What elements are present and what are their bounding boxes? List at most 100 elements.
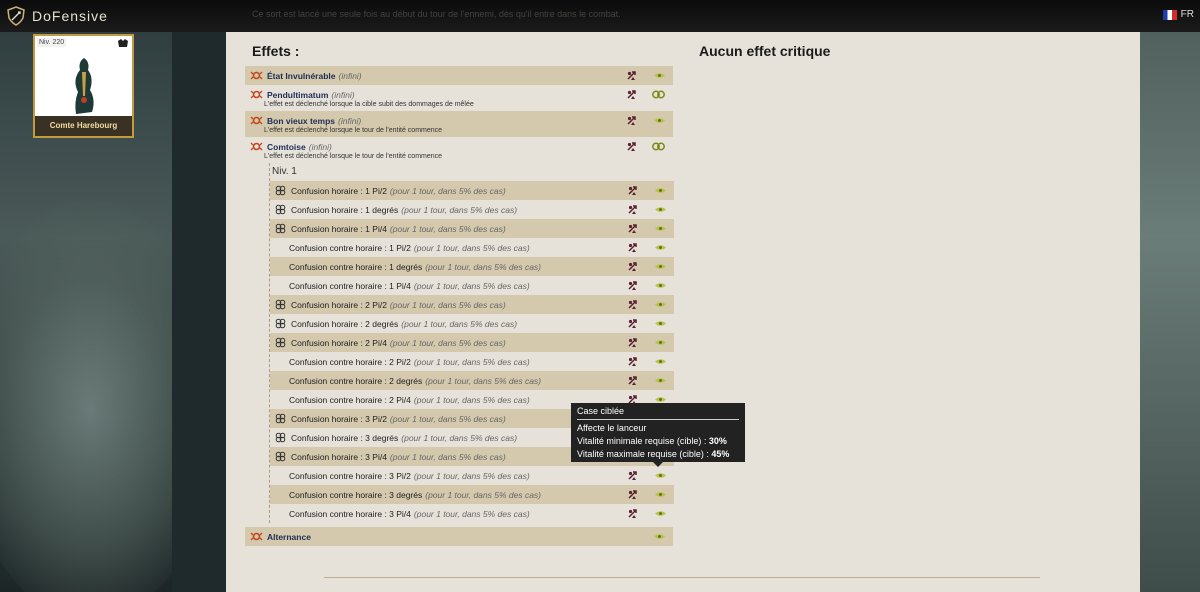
area-zone-icon <box>655 283 666 288</box>
sub-effect-name: Confusion contre horaire : 3 Pi/2 <box>289 470 411 481</box>
sub-effect-row[interactable]: Confusion contre horaire : 3 Pi/2 (pour 1… <box>270 466 674 485</box>
tooltip-line-2: Vitalité minimale requise (cible) : 30% <box>577 436 727 446</box>
effect-row[interactable]: Pendultimatum (infini) L'effet est déclenc… <box>245 85 673 111</box>
sub-effect-row[interactable]: Confusion horaire : 2 Pi/2 (pour 1 tour, … <box>270 295 674 314</box>
background-right-art <box>1140 0 1200 592</box>
area-zone-icon <box>655 302 666 307</box>
app-logo[interactable]: DoFensive <box>6 6 108 26</box>
sub-effect-note: (pour 1 tour, dans 5% des cas) <box>389 299 506 310</box>
effect-name[interactable]: Alternance <box>267 532 311 542</box>
area-zone-icon <box>654 73 665 78</box>
sub-effect-row[interactable]: Confusion contre horaire : 1 Pi/2 (pour 1… <box>270 238 674 257</box>
monster-level: Niv. 220 <box>37 38 67 47</box>
effect-row[interactable]: Comtoise (infini) L'effet est déclenché lo… <box>245 137 673 163</box>
area-zone-icon <box>654 118 665 123</box>
effect-row[interactable]: Bon vieux temps (infini) L'effet est décle… <box>245 111 673 137</box>
sub-effect-note: (pour 1 tour, dans 5% des cas) <box>413 280 530 291</box>
sub-effect-name: Confusion horaire : 3 Pi/2 <box>291 413 387 424</box>
confusion-icon <box>275 318 286 329</box>
sub-effect-title: Confusion contre horaire : 2 Pi/2 (pour 1… <box>270 352 674 371</box>
sub-effect-title: Confusion horaire : 2 degrés (pour 1 tour… <box>270 314 674 333</box>
sub-effect-row[interactable]: Confusion horaire : 1 Pi/2 (pour 1 tour, … <box>270 181 674 200</box>
area-zone-icon <box>655 397 666 402</box>
confusion-icon <box>275 204 286 215</box>
app-name: DoFensive <box>32 8 108 24</box>
sub-effect-row[interactable]: Confusion contre horaire : 1 Pi/4 (pour 1… <box>270 276 674 295</box>
critical-heading: Aucun effet critique <box>699 43 831 59</box>
sub-effect-title: Confusion contre horaire : 1 Pi/2 (pour 1… <box>270 238 674 257</box>
effect-name[interactable]: Comtoise <box>267 142 306 152</box>
area-zone-icon <box>655 226 666 231</box>
target-actor-icon <box>628 243 637 252</box>
target-actor-icon <box>628 262 637 271</box>
sub-effect-name: Confusion horaire : 2 Pi/4 <box>291 337 387 348</box>
effect-duration: (infini) <box>338 70 362 81</box>
sub-effect-title: Confusion contre horaire : 3 Pi/2 (pour 1… <box>270 466 674 485</box>
comtoise-sub-effects: Niv. 1 Confusion horaire : 1 Pi/2 (pour 1… <box>269 163 674 523</box>
sub-effect-title: Confusion contre horaire : 1 degrés (pour… <box>270 257 674 276</box>
target-actor-icon <box>627 116 636 125</box>
effect-name[interactable]: Pendultimatum <box>267 90 328 100</box>
sub-effect-title: Confusion horaire : 1 Pi/4 (pour 1 tour, … <box>270 219 674 238</box>
effect-duration: (infini) <box>331 89 355 100</box>
zone-tooltip: Case ciblée Affecte le lanceur Vitalité … <box>571 403 745 467</box>
confusion-icon <box>275 223 286 234</box>
sub-effect-title: Confusion horaire : 1 Pi/2 (pour 1 tour, … <box>270 181 674 200</box>
sub-effect-title: Confusion horaire : 1 degrés (pour 1 tour… <box>270 200 674 219</box>
area-zone-icon <box>655 359 666 364</box>
target-actor-icon <box>628 376 637 385</box>
target-actor-icon <box>628 471 637 480</box>
area-zone-icon <box>655 492 666 497</box>
sub-effect-row[interactable]: Confusion contre horaire : 1 degrés (pour… <box>270 257 674 276</box>
area-circle-icon <box>652 142 665 151</box>
effect-type-icon <box>250 116 263 125</box>
sub-effect-row[interactable]: Confusion horaire : 1 degrés (pour 1 tour… <box>270 200 674 219</box>
sub-effect-row[interactable]: Confusion horaire : 2 Pi/4 (pour 1 tour, … <box>270 333 674 352</box>
target-actor-icon <box>628 224 637 233</box>
sub-effect-name: Confusion contre horaire : 2 degrés <box>289 375 423 386</box>
target-actor-icon <box>628 186 637 195</box>
effect-row[interactable]: État Invulnérable (infini) <box>245 66 673 85</box>
effect-type-icon <box>250 90 263 99</box>
sub-effect-row[interactable]: Confusion contre horaire : 2 degrés (pour… <box>270 371 674 390</box>
sub-effect-note: (pour 1 tour, dans 5% des cas) <box>401 204 518 215</box>
sub-effect-name: Confusion contre horaire : 1 degrés <box>289 261 423 272</box>
monster-card[interactable]: Niv. 220 Comte Harebourg <box>33 34 134 138</box>
target-actor-icon <box>628 338 637 347</box>
sub-effect-note: (pour 1 tour, dans 5% des cas) <box>413 242 530 253</box>
monster-name: Comte Harebourg <box>35 116 132 136</box>
sub-effect-name: Confusion contre horaire : 1 Pi/2 <box>289 242 411 253</box>
effect-description: L'effet est déclenché lorsque le tour de… <box>264 127 443 134</box>
sub-effect-note: (pour 1 tour, dans 5% des cas) <box>401 432 518 443</box>
effects-list: État Invulnérable (infini) Pendultimatum (i… <box>245 66 674 546</box>
sub-effect-row[interactable]: Confusion contre horaire : 3 degrés (pour… <box>270 485 674 504</box>
effect-type-icon <box>250 142 263 151</box>
tooltip-title: Case ciblée <box>577 405 739 420</box>
area-zone-icon <box>655 378 666 383</box>
sub-effect-row[interactable]: Confusion horaire : 1 Pi/4 (pour 1 tour, … <box>270 219 674 238</box>
sub-effect-name: Confusion contre horaire : 2 Pi/4 <box>289 394 411 405</box>
effect-title: Alternance <box>245 527 673 546</box>
sub-level-label: Niv. 1 <box>272 166 297 177</box>
target-actor-icon <box>628 205 637 214</box>
area-zone-icon <box>655 340 666 345</box>
effect-name[interactable]: Bon vieux temps <box>267 116 335 126</box>
language-selector[interactable]: FR <box>1162 9 1194 20</box>
area-zone-icon <box>654 534 665 539</box>
sub-effect-row[interactable]: Confusion horaire : 2 degrés (pour 1 tour… <box>270 314 674 333</box>
effect-row-alternance[interactable]: Alternance <box>245 527 673 546</box>
sub-effect-name: Confusion contre horaire : 3 degrés <box>289 489 423 500</box>
sub-effect-row[interactable]: Confusion contre horaire : 2 Pi/2 (pour 1… <box>270 352 674 371</box>
sub-effect-row[interactable]: Confusion contre horaire : 3 Pi/4 (pour 1… <box>270 504 674 523</box>
sub-effect-name: Confusion horaire : 2 degrés <box>291 318 399 329</box>
sub-effect-note: (pour 1 tour, dans 5% des cas) <box>389 223 506 234</box>
sub-effect-note: (pour 1 tour, dans 5% des cas) <box>413 470 530 481</box>
tooltip-arrow <box>653 462 663 467</box>
effect-name[interactable]: État Invulnérable <box>267 71 336 81</box>
target-actor-icon <box>628 281 637 290</box>
effect-duration: (infini) <box>308 141 332 152</box>
confusion-icon <box>275 451 286 462</box>
sub-effect-name: Confusion contre horaire : 1 Pi/4 <box>289 280 411 291</box>
sub-effect-note: (pour 1 tour, dans 5% des cas) <box>389 185 506 196</box>
target-actor-icon <box>627 71 636 80</box>
